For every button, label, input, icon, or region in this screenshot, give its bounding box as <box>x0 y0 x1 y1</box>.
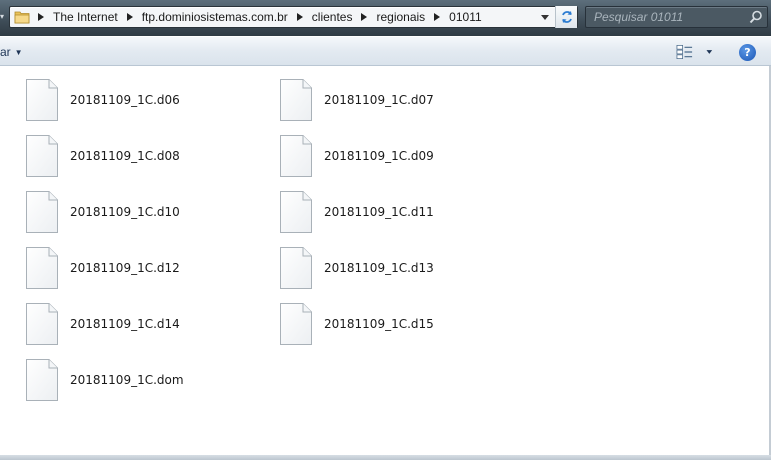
chevron-down-icon: ▼ <box>14 47 23 57</box>
search-input[interactable]: Pesquisar 01011 <box>594 7 683 27</box>
command-bar-item[interactable]: ar ▼ <box>0 37 23 67</box>
file-list-pane[interactable]: 20181109_1C.d06 20181109_1C.d07 20181109_1… <box>0 66 771 455</box>
file-item[interactable]: 20181109_1C.d13 <box>254 244 494 292</box>
file-name: 20181109_1C.d06 <box>70 93 180 107</box>
generic-file-icon <box>26 303 58 345</box>
refresh-button[interactable] <box>555 6 577 28</box>
generic-file-icon <box>26 191 58 233</box>
refresh-icon <box>561 11 572 23</box>
generic-file-icon <box>280 303 312 345</box>
file-name: 20181109_1C.d11 <box>324 205 434 219</box>
generic-file-icon <box>26 359 58 401</box>
file-item[interactable]: 20181109_1C.d11 <box>254 188 494 236</box>
file-name: 20181109_1C.d09 <box>324 149 434 163</box>
window-bottom-edge <box>0 455 771 460</box>
address-dropdown-button[interactable] <box>537 7 553 27</box>
file-name: 20181109_1C.d08 <box>70 149 180 163</box>
file-item[interactable]: 20181109_1C.d10 <box>0 188 240 236</box>
breadcrumb-item[interactable]: The Internet <box>48 7 123 27</box>
chevron-right-icon[interactable] <box>357 7 371 27</box>
change-view-button[interactable] <box>676 44 716 60</box>
generic-file-icon <box>280 247 312 289</box>
file-item[interactable]: 20181109_1C.d07 <box>254 76 494 124</box>
file-name: 20181109_1C.d07 <box>324 93 434 107</box>
breadcrumb-item[interactable]: regionais <box>371 7 430 27</box>
chevron-right-icon[interactable] <box>34 7 48 27</box>
chevron-down-icon[interactable] <box>697 44 716 60</box>
file-name: 20181109_1C.d15 <box>324 317 434 331</box>
generic-file-icon <box>26 79 58 121</box>
file-item[interactable]: 20181109_1C.d06 <box>0 76 240 124</box>
chevron-right-icon[interactable] <box>123 7 137 27</box>
navigation-bar: ▾ The Internet ftp.dominiosistemas.com.b… <box>0 0 771 36</box>
file-name: 20181109_1C.d13 <box>324 261 434 275</box>
recent-pages-dropdown[interactable]: ▾ <box>0 12 8 22</box>
search-icon[interactable] <box>749 10 763 24</box>
chevron-down-icon <box>541 14 549 20</box>
chevron-right-icon[interactable] <box>430 7 444 27</box>
generic-file-icon <box>280 191 312 233</box>
file-item[interactable]: 20181109_1C.d12 <box>0 244 240 292</box>
file-item[interactable]: 20181109_1C.d08 <box>0 132 240 180</box>
file-name: 20181109_1C.d14 <box>70 317 180 331</box>
command-bar-item-label: ar <box>0 45 11 59</box>
generic-file-icon <box>26 135 58 177</box>
file-item[interactable]: 20181109_1C.d15 <box>254 300 494 348</box>
help-button[interactable]: ? <box>739 44 756 61</box>
file-name: 20181109_1C.dom <box>70 373 184 387</box>
command-bar: ar ▼ ? <box>0 36 771 66</box>
generic-file-icon <box>280 135 312 177</box>
chevron-right-icon[interactable] <box>293 7 307 27</box>
file-item[interactable]: 20181109_1C.d14 <box>0 300 240 348</box>
breadcrumb: The Internet ftp.dominiosistemas.com.br … <box>34 7 487 27</box>
generic-file-icon <box>26 247 58 289</box>
file-name: 20181109_1C.d10 <box>70 205 180 219</box>
help-icon: ? <box>744 46 751 59</box>
address-bar[interactable]: The Internet ftp.dominiosistemas.com.br … <box>9 6 578 28</box>
file-item[interactable]: 20181109_1C.dom <box>0 356 240 404</box>
change-view-icon <box>676 44 693 60</box>
breadcrumb-item[interactable]: clientes <box>307 7 358 27</box>
search-box[interactable]: Pesquisar 01011 <box>585 6 768 28</box>
breadcrumb-item[interactable]: 01011 <box>444 7 486 27</box>
breadcrumb-item[interactable]: ftp.dominiosistemas.com.br <box>137 7 293 27</box>
file-item[interactable]: 20181109_1C.d09 <box>254 132 494 180</box>
file-name: 20181109_1C.d12 <box>70 261 180 275</box>
generic-file-icon <box>280 79 312 121</box>
folder-icon <box>14 11 30 24</box>
